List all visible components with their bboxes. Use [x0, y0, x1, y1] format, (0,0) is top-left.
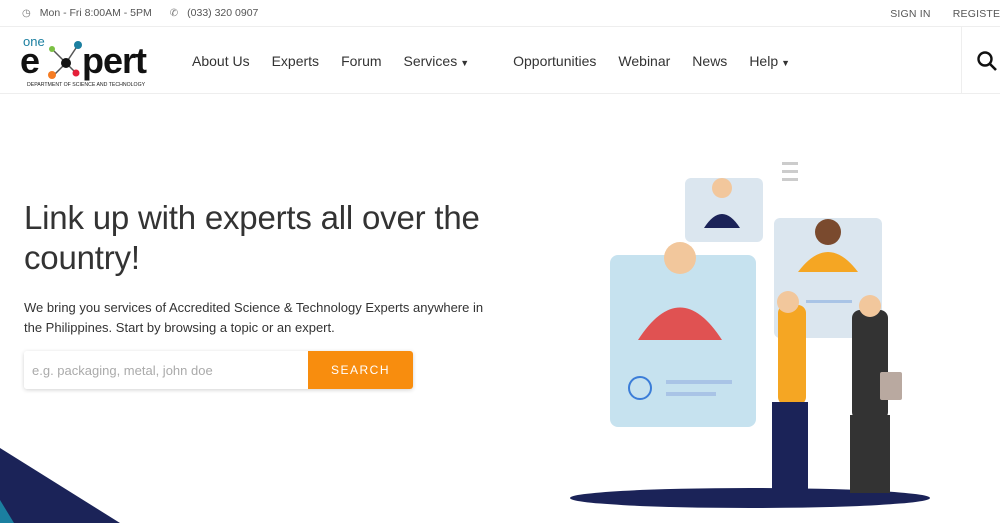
search-toggle-button[interactable]	[961, 27, 1000, 94]
search-input[interactable]	[24, 351, 308, 389]
caret-down-icon: ▼	[781, 57, 791, 68]
hero-title: Link up with experts all over the countr…	[24, 199, 480, 276]
hero-subtitle: We bring you services of Accredited Scie…	[24, 300, 484, 335]
nav-help-label: Help	[749, 52, 779, 69]
top-bar: ◷ Mon - Fri 8:00AM - 5PM ✆ (033) 320 090…	[0, 0, 1000, 27]
experts-illustration	[570, 162, 930, 508]
decorative-corner-shape	[0, 448, 120, 523]
phone-icon: ✆	[169, 7, 179, 19]
search-form: SEARCH	[24, 351, 413, 389]
nav-news[interactable]: News	[692, 53, 727, 69]
sign-in-link[interactable]: SIGN IN	[890, 8, 931, 20]
svg-text:DEPARTMENT OF SCIENCE AND TECH: DEPARTMENT OF SCIENCE AND TECHNOLOGY	[27, 82, 146, 88]
nav-webinar[interactable]: Webinar	[618, 53, 670, 69]
nav-services[interactable]: Services ▼	[404, 53, 492, 69]
nav-about-us[interactable]: About Us	[192, 53, 250, 69]
one-expert-logo[interactable]: one e pert DEPARTMENT OF SCIENCE AND TEC…	[20, 33, 180, 89]
main-nav: one e pert DEPARTMENT OF SCIENCE AND TEC…	[0, 27, 1000, 94]
nav-forum[interactable]: Forum	[341, 53, 381, 69]
nav-services-label: Services	[403, 52, 458, 69]
phone-number: (033) 320 0907	[187, 7, 259, 19]
nav-help[interactable]: Help ▼	[749, 53, 812, 69]
clock-icon: ◷	[22, 7, 31, 19]
nav-opportunities[interactable]: Opportunities	[513, 53, 596, 69]
search-icon	[977, 50, 997, 71]
office-hours: Mon - Fri 8:00AM - 5PM	[39, 7, 152, 19]
svg-text:pert: pert	[82, 40, 147, 81]
svg-text:e: e	[20, 40, 39, 81]
caret-down-icon: ▼	[460, 57, 470, 68]
register-link[interactable]: REGISTER	[953, 8, 1000, 20]
search-button[interactable]: SEARCH	[308, 351, 413, 389]
nav-experts[interactable]: Experts	[272, 53, 319, 69]
